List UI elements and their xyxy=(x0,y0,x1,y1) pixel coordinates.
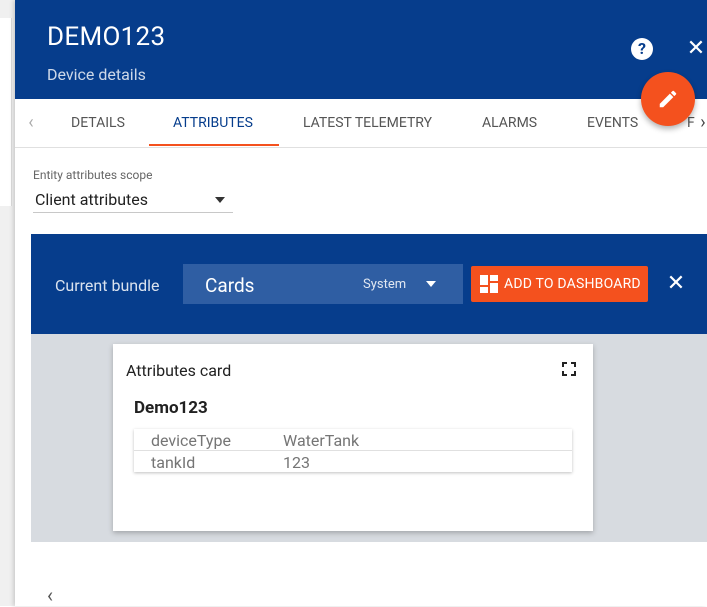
tab-bar: ‹ DETAILS ATTRIBUTES LATEST TELEMETRY AL… xyxy=(15,99,707,148)
edit-button[interactable] xyxy=(641,72,695,126)
scope-label: Entity attributes scope xyxy=(33,168,153,182)
entity-name: Demo123 xyxy=(134,398,208,418)
tab-details[interactable]: DETAILS xyxy=(71,99,125,147)
bundle-toolbar: Current bundle Cards System ADD TO DASHB… xyxy=(31,234,707,334)
panel-title: DEMO123 xyxy=(47,22,166,52)
panel-subtitle: Device details xyxy=(47,65,146,84)
bundle-name: Cards xyxy=(205,274,255,297)
close-icon[interactable]: ✕ xyxy=(685,36,707,62)
tab-alarms[interactable]: ALARMS xyxy=(482,99,537,147)
add-to-dashboard-label: ADD TO DASHBOARD xyxy=(504,276,641,292)
table-row: tankId 123 xyxy=(134,451,572,472)
card-title: Attributes card xyxy=(126,361,232,380)
attribute-key: deviceType xyxy=(151,431,231,450)
device-details-panel: DEMO123 Device details ? ✕ ‹ DETAILS ATT… xyxy=(15,0,707,606)
attribute-value: 123 xyxy=(283,453,310,472)
fullscreen-icon[interactable] xyxy=(562,362,576,376)
attribute-key: tankId xyxy=(151,453,196,472)
add-to-dashboard-button[interactable]: ADD TO DASHBOARD xyxy=(471,266,648,302)
tab-attributes[interactable]: ATTRIBUTES xyxy=(173,99,253,147)
attributes-card[interactable]: Attributes card Demo123 deviceType Water… xyxy=(113,344,593,531)
tab-events[interactable]: EVENTS xyxy=(587,99,638,147)
active-tab-indicator xyxy=(149,144,279,146)
scope-select[interactable]: Client attributes xyxy=(33,188,233,213)
table-row: deviceType WaterTank xyxy=(134,429,572,451)
attribute-value: WaterTank xyxy=(283,431,360,450)
bundle-select[interactable]: Cards System xyxy=(183,264,463,304)
dashboard-icon xyxy=(480,275,498,293)
attributes-table: deviceType WaterTank tankId 123 xyxy=(134,429,572,472)
chevron-left-icon[interactable]: ‹ xyxy=(47,584,67,606)
chevron-right-icon[interactable]: › xyxy=(699,99,707,147)
bundle-label: Current bundle xyxy=(55,276,160,295)
chevron-left-icon[interactable]: ‹ xyxy=(19,99,43,147)
close-icon[interactable]: ✕ xyxy=(665,271,687,297)
chevron-down-icon xyxy=(215,197,225,203)
background-card xyxy=(0,18,12,206)
bundle-tag: System xyxy=(363,277,407,292)
chevron-down-icon xyxy=(426,281,436,287)
edit-pencil-icon xyxy=(659,90,677,108)
widget-grid: Attributes card Demo123 deviceType Water… xyxy=(31,334,707,542)
tab-latest-telemetry[interactable]: LATEST TELEMETRY xyxy=(303,99,432,147)
help-icon[interactable]: ? xyxy=(631,38,653,60)
panel-header: DEMO123 Device details ? ✕ xyxy=(15,0,707,99)
scope-value: Client attributes xyxy=(35,190,148,209)
